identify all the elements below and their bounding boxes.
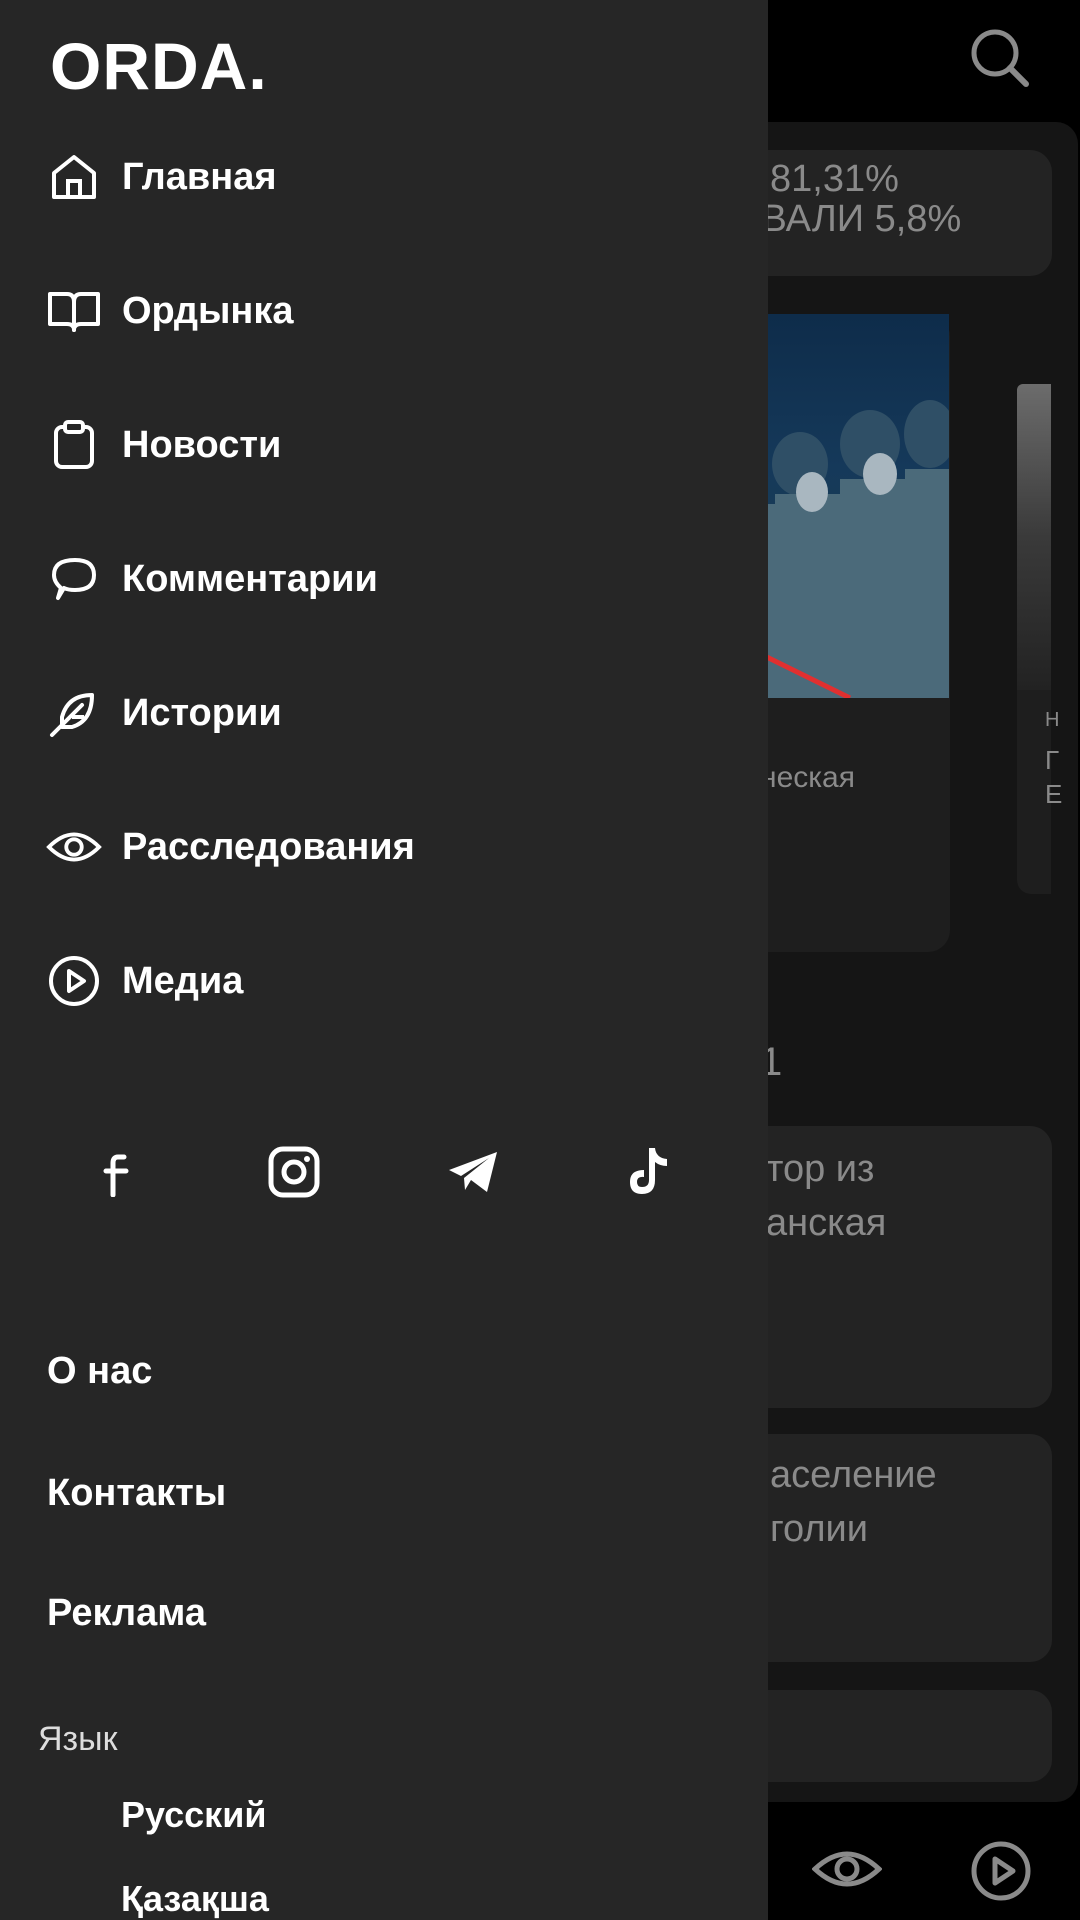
next-article-image	[1017, 384, 1051, 690]
advertising-link[interactable]: Реклама	[47, 1592, 206, 1635]
nav-item-news[interactable]: Новости	[46, 410, 281, 480]
list-card-line-1: тор из	[766, 1148, 875, 1190]
about-link[interactable]: О нас	[47, 1350, 152, 1393]
nav-item-comments[interactable]: Комментарии	[46, 544, 378, 614]
search-icon[interactable]	[968, 26, 1032, 90]
nav-item-label: Главная	[122, 155, 277, 198]
nav-item-label: Медиа	[122, 959, 244, 1002]
contacts-link[interactable]: Контакты	[47, 1472, 226, 1515]
play-circle-icon	[46, 953, 102, 1009]
side-letter: Н	[1045, 709, 1060, 731]
eye-icon	[46, 819, 102, 875]
list-card-line-1: аселение	[770, 1454, 937, 1496]
nav-item-media[interactable]: Медиа	[46, 946, 243, 1016]
nav-item-ordynka[interactable]: Ордынка	[46, 276, 294, 346]
home-icon	[46, 149, 102, 205]
clipboard-icon	[46, 417, 102, 473]
nav-item-investigations[interactable]: Расследования	[46, 812, 415, 882]
feather-icon	[46, 685, 102, 741]
list-card-line-2: анская	[766, 1202, 887, 1244]
list-card-line-2: голии	[770, 1508, 868, 1550]
chat-bubble-icon	[46, 551, 102, 607]
language-option-russian[interactable]: Русский	[121, 1794, 266, 1836]
telegram-icon[interactable]	[443, 1142, 503, 1202]
instagram-icon[interactable]	[264, 1142, 324, 1202]
facebook-icon[interactable]	[88, 1142, 148, 1202]
nav-item-label: Ордынка	[122, 289, 294, 332]
eye-icon[interactable]	[812, 1844, 882, 1894]
nav-item-label: Комментарии	[122, 557, 378, 600]
nav-item-label: Новости	[122, 423, 282, 466]
book-icon	[46, 283, 102, 339]
nav-item-label: Расследования	[122, 825, 415, 868]
navigation-drawer: ORDA. Главная Ордынка Новости Комментари…	[0, 0, 768, 1920]
orda-logo[interactable]: ORDA.	[50, 28, 268, 104]
play-circle-icon[interactable]	[970, 1840, 1032, 1902]
nav-item-label: Истории	[122, 691, 282, 734]
side-letter: Е	[1045, 779, 1063, 809]
article-caption: неская	[760, 761, 855, 794]
nav-item-home[interactable]: Главная	[46, 142, 277, 212]
language-heading: Язык	[38, 1720, 118, 1758]
tiktok-icon[interactable]	[618, 1142, 678, 1202]
language-option-kazakh[interactable]: Қазақша	[121, 1878, 269, 1920]
nav-item-stories[interactable]: Истории	[46, 678, 282, 748]
